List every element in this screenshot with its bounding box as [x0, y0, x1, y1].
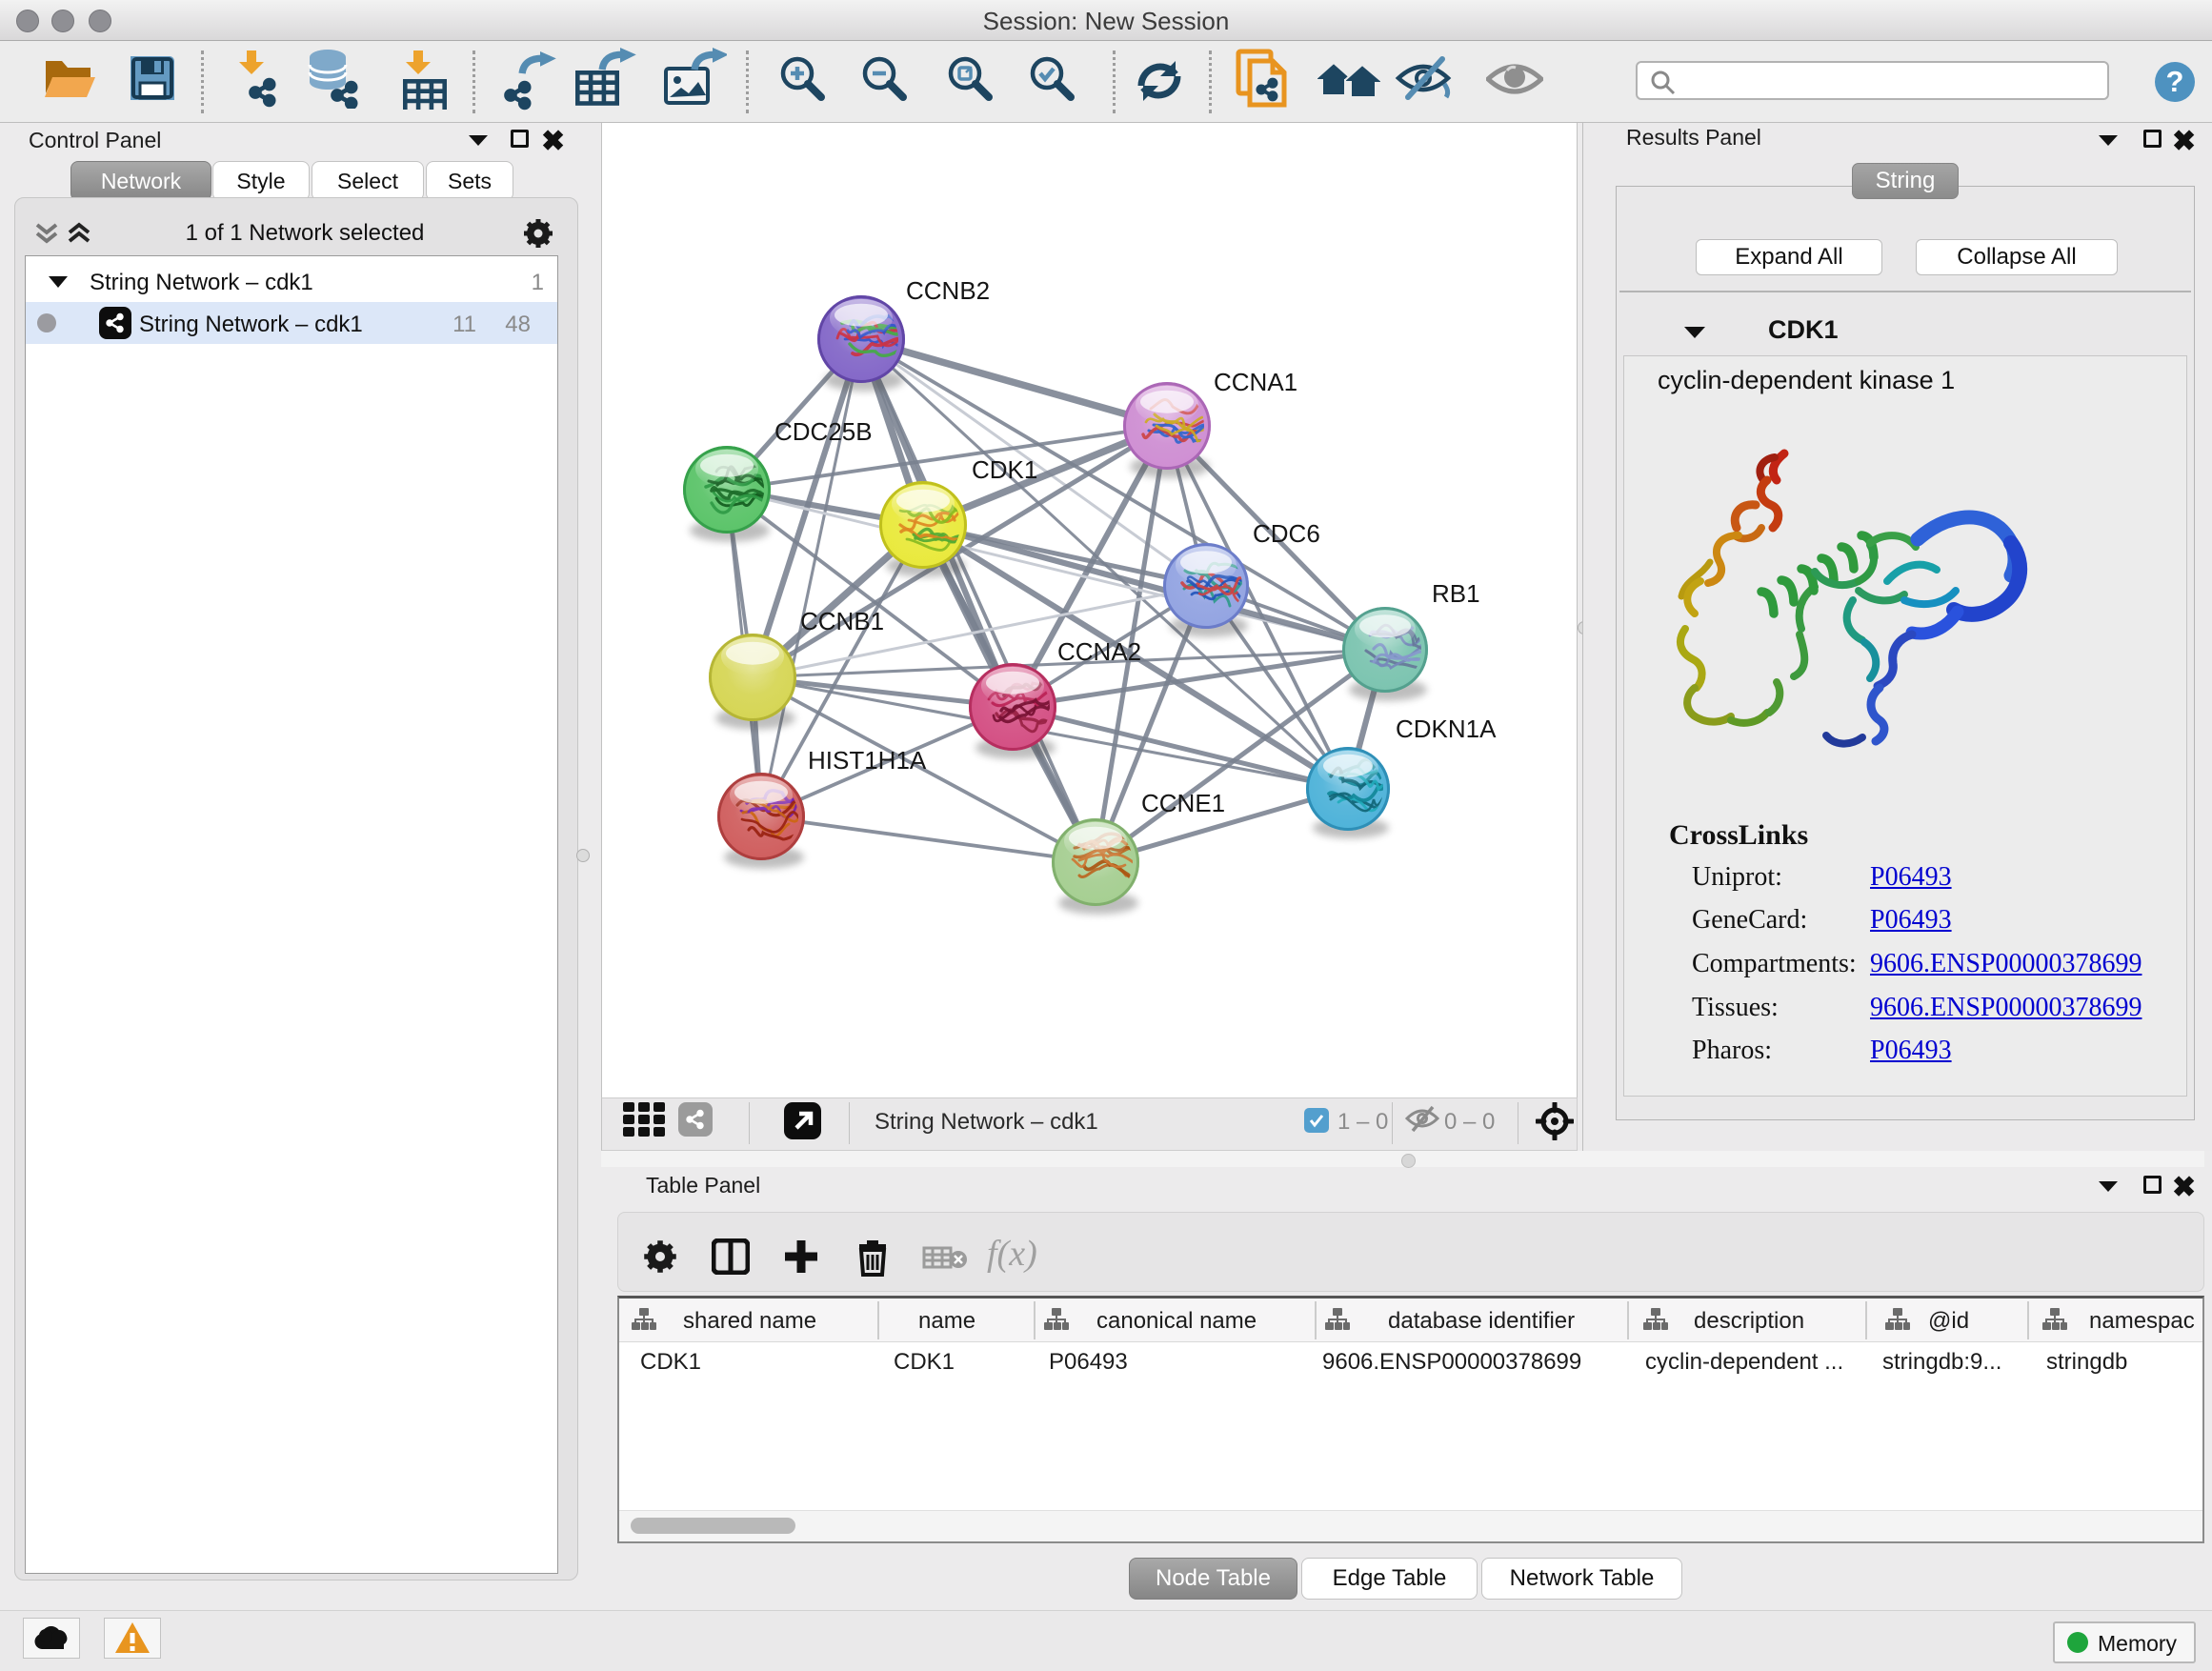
svg-text:CDC25B: CDC25B: [774, 417, 873, 446]
svg-text:CDC6: CDC6: [1253, 519, 1320, 548]
svg-text:CCNE1: CCNE1: [1141, 789, 1225, 817]
svg-text:CDKN1A: CDKN1A: [1396, 715, 1497, 743]
svg-text:CDK1: CDK1: [972, 455, 1037, 484]
svg-text:HIST1H1A: HIST1H1A: [808, 746, 927, 775]
svg-text:CCNB2: CCNB2: [906, 276, 990, 305]
svg-text:CCNB1: CCNB1: [800, 607, 884, 635]
svg-text:CCNA1: CCNA1: [1214, 368, 1297, 396]
svg-text:RB1: RB1: [1432, 579, 1480, 608]
svg-text:CCNA2: CCNA2: [1057, 637, 1141, 666]
